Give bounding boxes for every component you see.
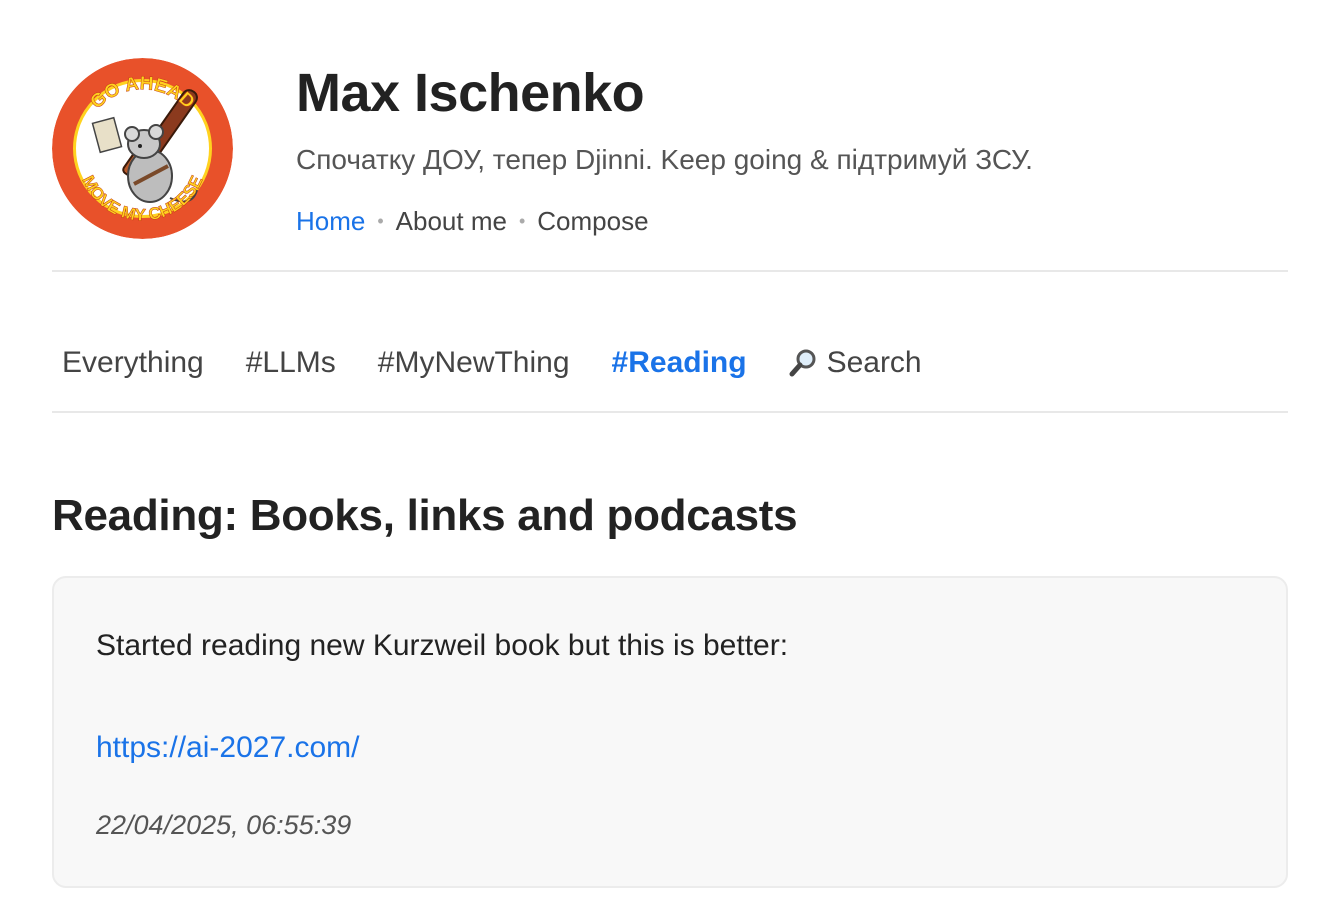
nav-home-link[interactable]: Home <box>296 204 365 238</box>
nav-separator-dot: • <box>377 211 384 231</box>
site-subtitle: Спочатку ДОУ, тепер Djinni. Keep going &… <box>296 144 1033 175</box>
tab-search[interactable]: Search <box>789 346 922 380</box>
tab-everything[interactable]: Everything <box>62 346 204 380</box>
post-link[interactable]: https://ai-2027.com/ <box>96 728 359 768</box>
site-header: GO AHEAD MOVE MY CHEESE Max Ischenko Спо… <box>52 58 1288 271</box>
avatar[interactable]: GO AHEAD MOVE MY CHEESE <box>52 58 233 239</box>
nav-separator-dot: • <box>518 211 526 231</box>
header-divider <box>52 270 1288 272</box>
post-timestamp[interactable]: 22/04/2025, 06:55:39 <box>96 807 351 843</box>
nav-compose-link[interactable]: Compose <box>537 204 648 238</box>
tab-mynewthing[interactable]: #MyNewThing <box>378 346 570 380</box>
tab-reading[interactable]: #Reading <box>612 346 747 380</box>
tabs-divider <box>52 411 1288 413</box>
move-my-cheese-logo: GO AHEAD MOVE MY CHEESE <box>52 58 233 239</box>
site-title[interactable]: Max Ischenko <box>296 62 645 124</box>
post-card: Started reading new Kurzweil book but th… <box>52 576 1288 888</box>
main-nav: Home • About me • Compose <box>296 204 649 238</box>
section-title: Reading: Books, links and podcasts <box>52 491 798 540</box>
tab-llms[interactable]: #LLMs <box>246 346 336 380</box>
page: GO AHEAD MOVE MY CHEESE Max Ischenko Спо… <box>0 0 1326 900</box>
search-icon <box>789 348 819 378</box>
post-text: Started reading new Kurzweil book but th… <box>96 629 789 662</box>
tab-search-label: Search <box>826 346 922 379</box>
tag-tabs: Everything #LLMs #MyNewThing #Reading Se… <box>62 341 964 385</box>
nav-about-link[interactable]: About me <box>396 204 507 238</box>
